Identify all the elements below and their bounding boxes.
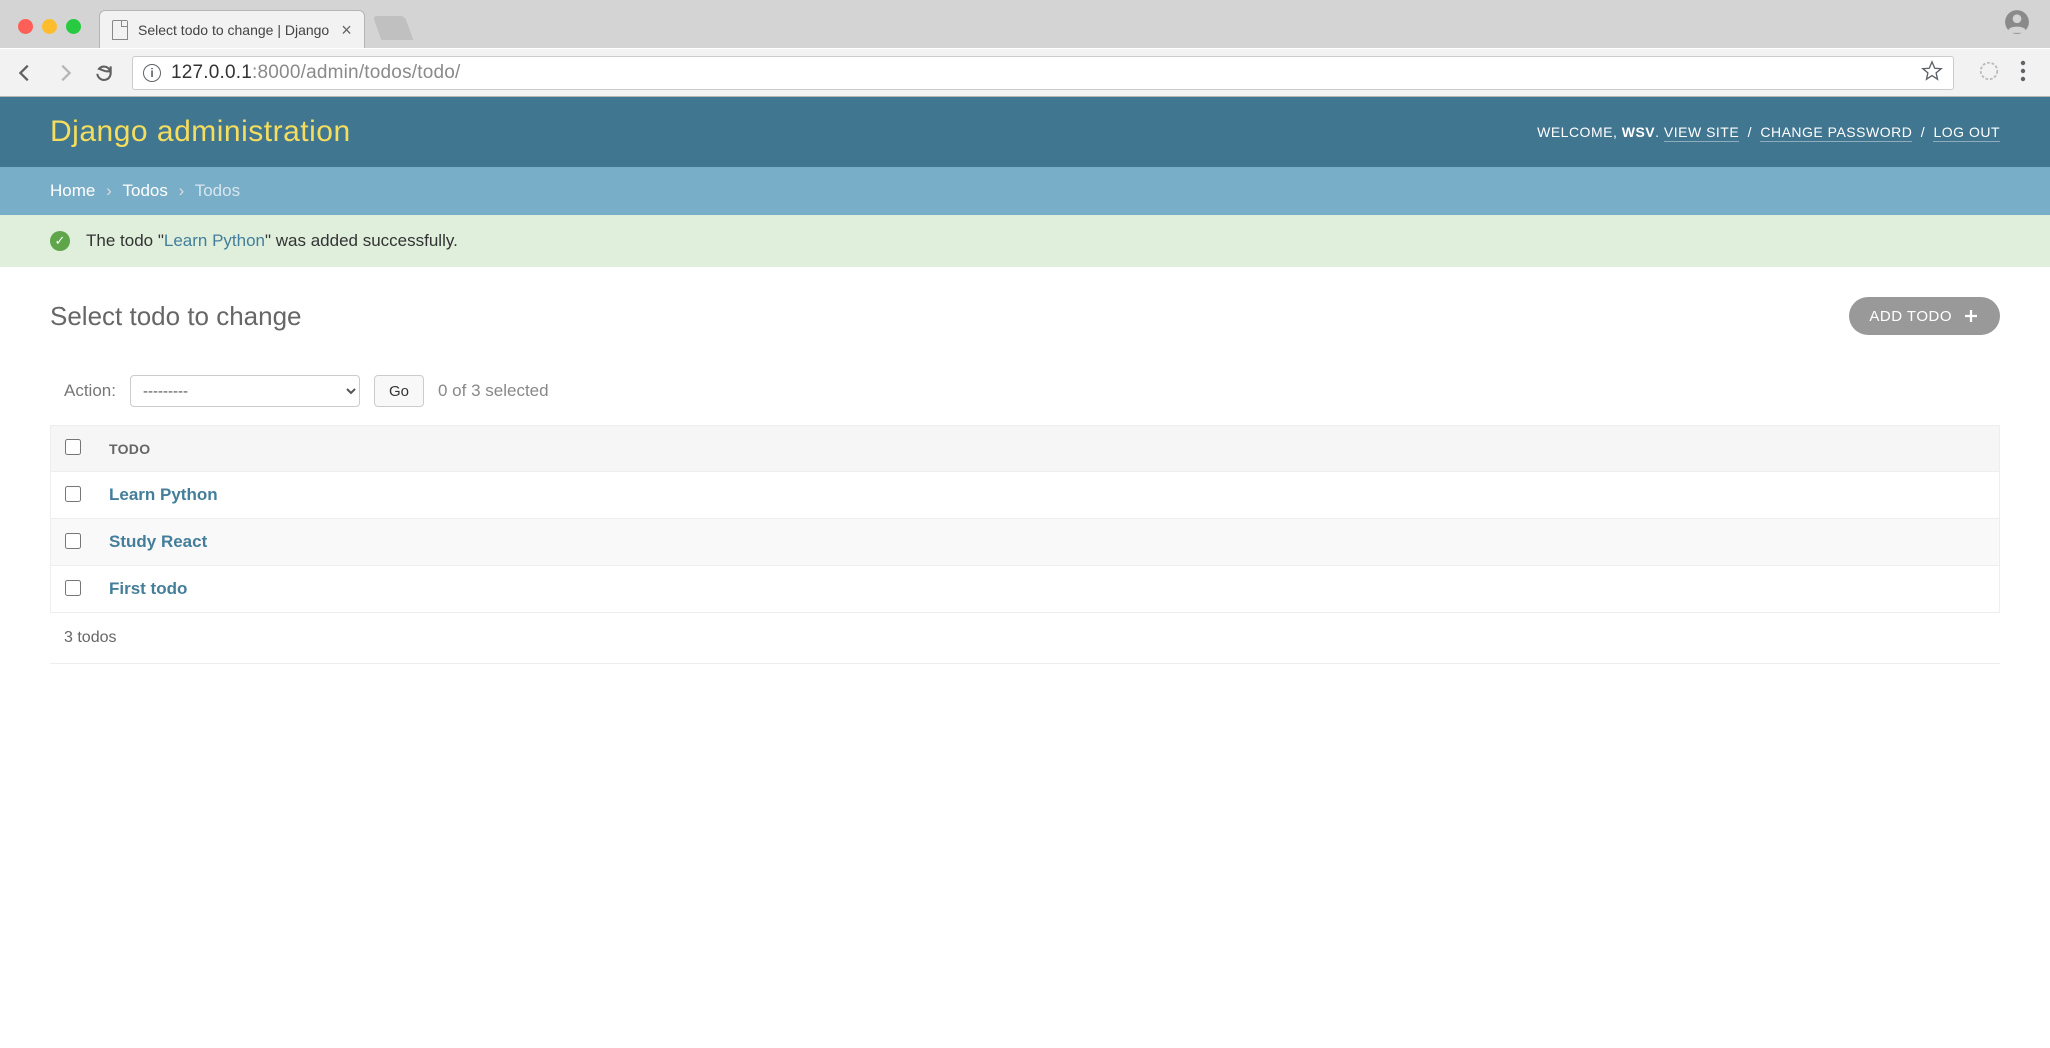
breadcrumb-home[interactable]: Home	[50, 181, 95, 200]
address-bar[interactable]: i 127.0.0.1:8000/admin/todos/todo/	[132, 56, 1954, 90]
column-header-todo[interactable]: TODO	[95, 426, 2000, 472]
browser-tab[interactable]: Select todo to change | Django ×	[99, 10, 365, 48]
back-button[interactable]	[14, 62, 36, 84]
welcome-text: WELCOME,	[1537, 124, 1617, 140]
close-window-button[interactable]	[18, 19, 33, 34]
url-path: :8000/admin/todos/todo/	[252, 62, 460, 83]
table-row: Learn Python	[51, 472, 2000, 519]
todo-table: TODO Learn Python Study React First todo	[50, 425, 2000, 613]
row-checkbox[interactable]	[65, 486, 81, 502]
reload-button[interactable]	[94, 63, 114, 83]
actions-select[interactable]: ---------	[130, 375, 360, 407]
paginator: 3 todos	[50, 613, 2000, 664]
selection-count: 0 of 3 selected	[438, 381, 549, 401]
todo-link[interactable]: Study React	[109, 532, 207, 551]
add-button-label: ADD TODO	[1869, 308, 1952, 325]
todo-link[interactable]: First todo	[109, 579, 187, 598]
window-controls	[10, 19, 91, 48]
profile-icon[interactable]	[2004, 9, 2030, 38]
site-info-icon[interactable]: i	[143, 64, 161, 82]
content: Select todo to change ADD TODO Action: -…	[0, 267, 2050, 694]
user-links: WELCOME, WSV. VIEW SITE / CHANGE PASSWOR…	[1537, 124, 2000, 140]
page-title-row: Select todo to change ADD TODO	[50, 297, 2000, 335]
success-message: ✓ The todo "Learn Python" was added succ…	[0, 215, 2050, 267]
menu-icon[interactable]	[2020, 60, 2026, 85]
minimize-window-button[interactable]	[42, 19, 57, 34]
url-text: 127.0.0.1:8000/admin/todos/todo/	[171, 62, 461, 84]
close-tab-icon[interactable]: ×	[341, 21, 352, 39]
table-row: Study React	[51, 519, 2000, 566]
admin-title: Django administration	[50, 115, 351, 149]
change-password-link[interactable]: CHANGE PASSWORD	[1760, 124, 1912, 142]
breadcrumb-app[interactable]: Todos	[123, 181, 168, 200]
todo-link[interactable]: Learn Python	[109, 485, 218, 504]
browser-toolbar: i 127.0.0.1:8000/admin/todos/todo/	[0, 48, 2050, 96]
logout-link[interactable]: LOG OUT	[1933, 124, 2000, 142]
page-icon	[112, 20, 128, 40]
view-site-link[interactable]: VIEW SITE	[1664, 124, 1739, 142]
bookmark-icon[interactable]	[1921, 60, 1943, 85]
checkmark-icon: ✓	[50, 231, 70, 251]
page-title: Select todo to change	[50, 301, 302, 332]
row-checkbox[interactable]	[65, 533, 81, 549]
message-link[interactable]: Learn Python	[164, 231, 265, 250]
tab-bar: Select todo to change | Django ×	[0, 0, 2050, 48]
maximize-window-button[interactable]	[66, 19, 81, 34]
actions-label: Action:	[64, 381, 116, 401]
select-all-checkbox[interactable]	[65, 439, 81, 455]
admin-header: Django administration WELCOME, WSV. VIEW…	[0, 97, 2050, 167]
add-todo-button[interactable]: ADD TODO	[1849, 297, 2000, 335]
breadcrumb-current: Todos	[195, 181, 240, 200]
tab-title: Select todo to change | Django	[138, 22, 329, 38]
url-host: 127.0.0.1	[171, 62, 252, 83]
actions-row: Action: --------- Go 0 of 3 selected	[50, 375, 2000, 407]
plus-icon	[1962, 307, 1980, 325]
row-checkbox[interactable]	[65, 580, 81, 596]
breadcrumb: Home › Todos › Todos	[0, 167, 2050, 215]
go-button[interactable]: Go	[374, 375, 424, 407]
forward-button[interactable]	[54, 62, 76, 84]
browser-chrome: Select todo to change | Django × i 127.0…	[0, 0, 2050, 97]
extension-icon[interactable]	[1978, 60, 2000, 85]
username: WSV	[1622, 124, 1655, 140]
new-tab-button[interactable]	[372, 16, 413, 40]
message-prefix: The todo "	[86, 231, 164, 250]
message-suffix: " was added successfully.	[265, 231, 458, 250]
table-row: First todo	[51, 566, 2000, 613]
